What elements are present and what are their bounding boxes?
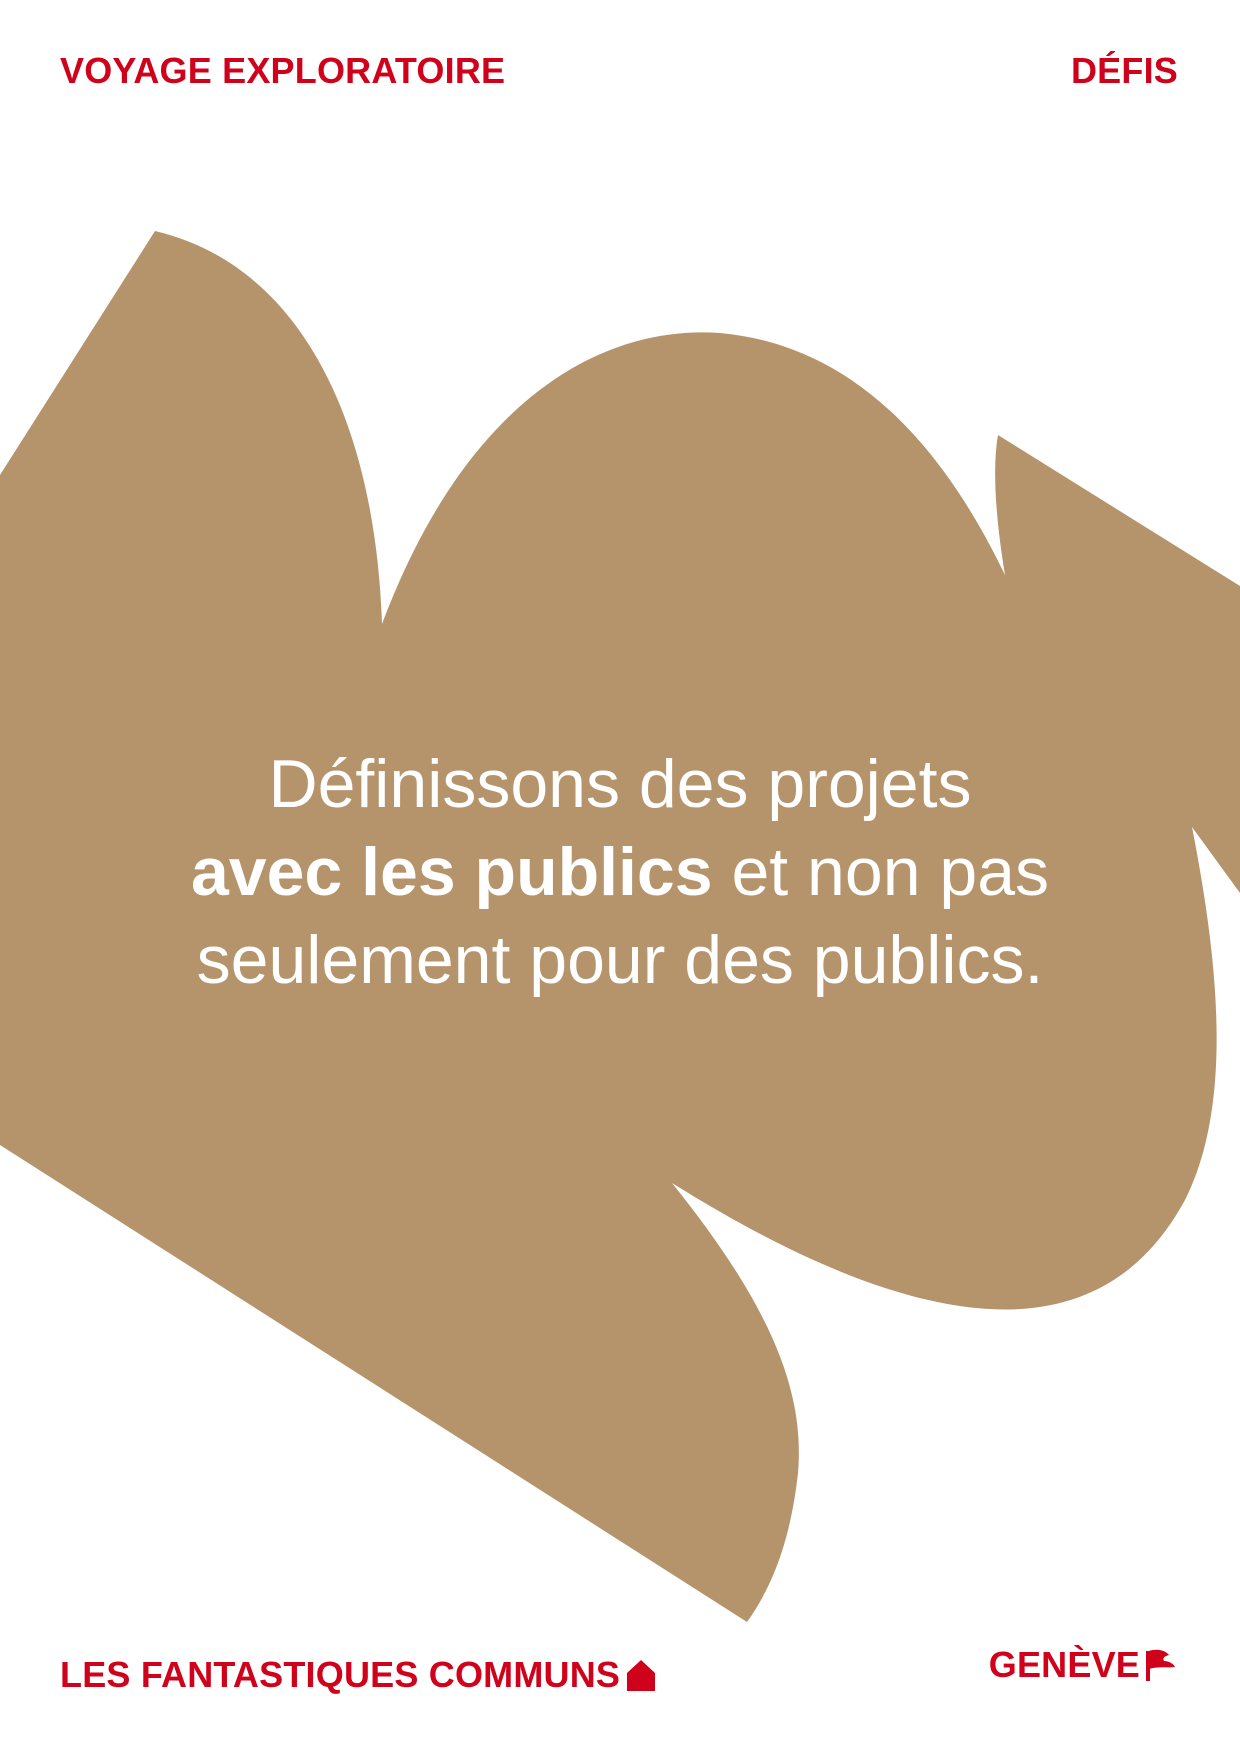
- flag-icon: [1146, 1649, 1175, 1681]
- category-label: DÉFIS: [1070, 50, 1178, 91]
- city-footer: GENÈVE: [989, 1644, 1178, 1686]
- statement-emphasis: avec les publics: [190, 834, 713, 910]
- statement-line-1: Définissons des projets: [268, 746, 972, 822]
- brand-name: LES FANTASTIQUES COMMUNS: [60, 1654, 621, 1695]
- city-name: GENÈVE: [988, 1644, 1140, 1685]
- poster-page: VOYAGE EXPLORATOIRE DÉFIS Définissons de…: [0, 0, 1240, 1748]
- section-label: VOYAGE EXPLORATOIRE: [60, 50, 506, 91]
- brand-footer: LES FANTASTIQUES COMMUNS: [60, 1654, 658, 1696]
- house-icon: [627, 1660, 656, 1691]
- statement-line-2: avec les publics et non pas: [80, 828, 1160, 916]
- statement-line-3: seulement pour des publics.: [196, 922, 1044, 998]
- statement: Définissons des projets avec les publics…: [80, 740, 1160, 1004]
- statement-line-2-rest: et non pas: [712, 834, 1050, 910]
